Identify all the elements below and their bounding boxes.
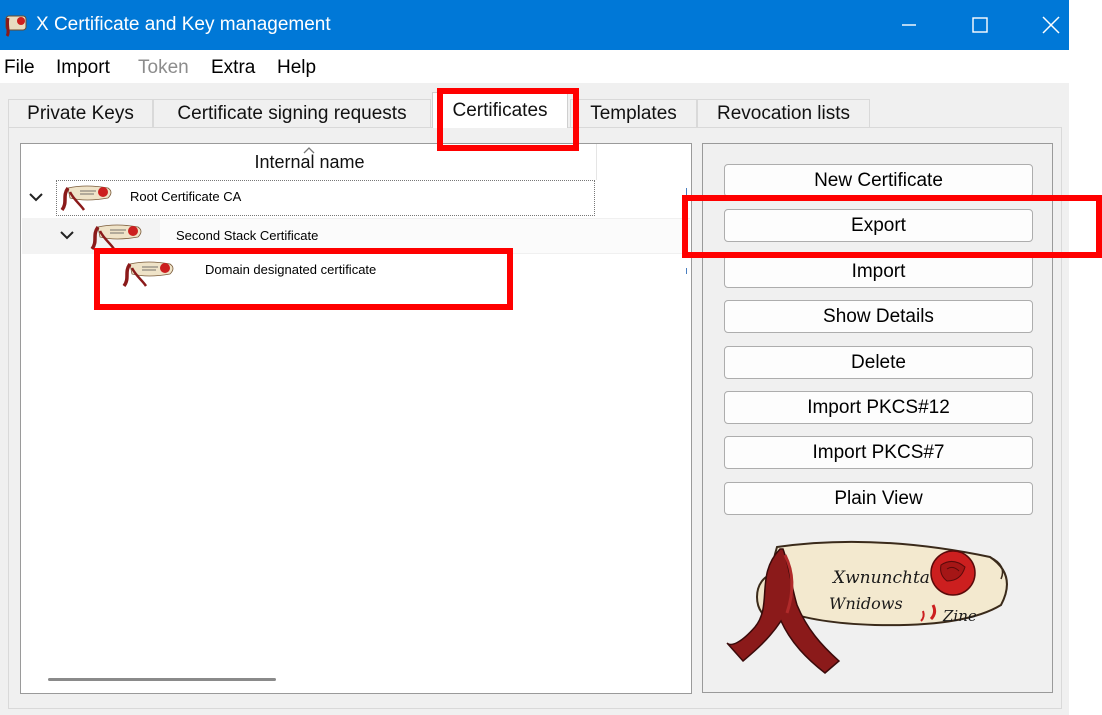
show-details-button[interactable]: Show Details: [724, 300, 1033, 333]
maximize-icon: [971, 16, 989, 34]
certificate-scroll-icon: [88, 221, 148, 251]
minimize-button[interactable]: [876, 0, 942, 50]
tree-item-second-stack[interactable]: Second Stack Certificate: [176, 228, 318, 243]
tree-scroll-marker-2: [686, 268, 687, 274]
tab-templates[interactable]: Templates: [570, 99, 697, 127]
import-button[interactable]: Import: [724, 255, 1033, 288]
certificate-scroll-icon: [58, 182, 118, 212]
desktop-background: [1069, 0, 1102, 715]
window-title: X Certificate and Key management: [36, 14, 331, 35]
menu-token[interactable]: Token: [138, 57, 189, 79]
logo-text-line2: Wnidows: [829, 594, 903, 613]
menu-extra[interactable]: Extra: [211, 57, 255, 79]
chevron-down-icon[interactable]: [59, 228, 75, 247]
tab-revocation-lists[interactable]: Revocation lists: [697, 99, 870, 127]
menu-file[interactable]: File: [4, 57, 35, 79]
delete-button[interactable]: Delete: [724, 346, 1033, 379]
tab-private-keys[interactable]: Private Keys: [8, 99, 153, 127]
tree-item-domain-certificate[interactable]: Domain designated certificate: [205, 262, 376, 277]
app-icon: [4, 12, 30, 38]
plain-view-button[interactable]: Plain View: [724, 482, 1033, 515]
minimize-icon: [901, 17, 917, 33]
logo-text-line3: Zine: [942, 607, 977, 625]
import-pkcs7-button[interactable]: Import PKCS#7: [724, 436, 1033, 469]
export-button[interactable]: Export: [724, 209, 1033, 242]
tree-item-root-ca[interactable]: Root Certificate CA: [130, 189, 241, 204]
certificate-scroll-logo: Xwnunchta Wnidows Zine: [725, 535, 1015, 675]
sort-ascending-icon: [303, 141, 315, 159]
menu-help[interactable]: Help: [277, 57, 316, 79]
logo-text-line1: Xwnunchta: [831, 568, 930, 588]
close-icon: [1042, 16, 1060, 34]
certificate-scroll-icon: [120, 258, 180, 288]
horizontal-scrollbar[interactable]: [48, 678, 276, 681]
chevron-down-icon[interactable]: [28, 190, 44, 209]
new-certificate-button[interactable]: New Certificate: [724, 164, 1033, 197]
maximize-button[interactable]: [947, 0, 1013, 50]
tab-certificates[interactable]: Certificates: [432, 92, 568, 128]
close-button[interactable]: [1018, 0, 1084, 50]
tab-certificate-signing-requests[interactable]: Certificate signing requests: [153, 99, 431, 127]
import-pkcs12-button[interactable]: Import PKCS#12: [724, 391, 1033, 424]
tree-scroll-marker: [686, 188, 687, 198]
menu-import[interactable]: Import: [56, 57, 110, 79]
